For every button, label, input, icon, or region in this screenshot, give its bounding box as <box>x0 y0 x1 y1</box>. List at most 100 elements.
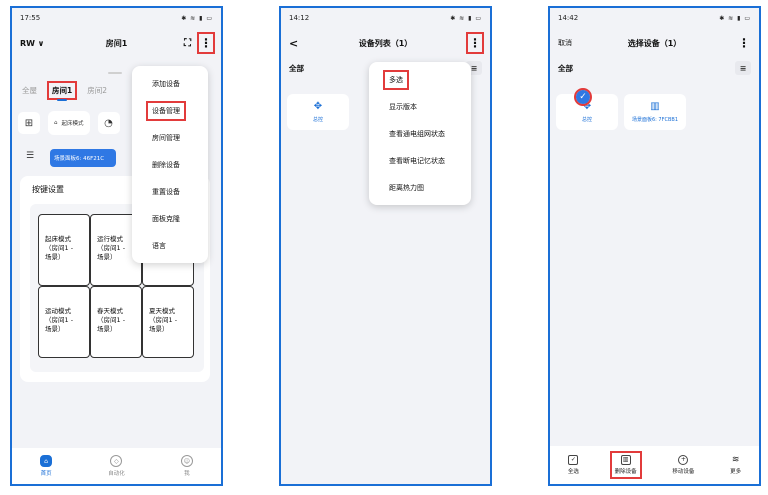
header: 取消 选择设备（1） ⋮ <box>550 28 759 58</box>
menu-label: 房间管理 <box>152 133 180 142</box>
more-vertical-icon[interactable]: ⋮ <box>737 34 751 52</box>
list-icon[interactable]: ☰ <box>26 151 34 161</box>
tab-room1[interactable]: 房间1 <box>46 80 78 101</box>
card-title: 按键设置 <box>32 185 64 194</box>
nav-label: 我 <box>184 471 190 477</box>
key-button[interactable]: 春天模式 （房间1 - 场景） <box>90 286 142 358</box>
status-time: 14:42 <box>558 14 579 22</box>
layers-icon: ≋ <box>731 455 740 465</box>
device-card[interactable]: ✥ 总控 ✓ <box>556 88 618 130</box>
menu-item-add-device[interactable]: 添加设备 <box>132 70 208 97</box>
trash-icon: ▥ <box>620 455 631 465</box>
nav-label: 自动化 <box>108 471 125 477</box>
more-button[interactable]: ≋ 更多 <box>727 453 744 477</box>
menu-label: 设备管理 <box>146 100 186 121</box>
menu-item-multi-select[interactable]: 多选 <box>369 66 471 93</box>
smile-icon: ☺ <box>180 455 193 467</box>
key-button[interactable]: 夏天模式 （房间1 - 场景） <box>142 286 194 358</box>
menu-item-delete-device[interactable]: 删除设备 <box>132 151 208 178</box>
add-grid-icon[interactable]: ⊞ <box>18 112 40 134</box>
header: RW ∨ 房间1 ⛶ ⋮ <box>12 28 221 58</box>
menu-label: 距离热力图 <box>389 183 424 192</box>
menu-item-show-version[interactable]: 显示版本 <box>369 93 471 120</box>
menu-item-reset-device[interactable]: 重置设备 <box>132 178 208 205</box>
status-bar: 14:42 ✱ ≋ ▮ ▭ <box>550 8 759 28</box>
panel-icon: ▥ <box>650 100 660 112</box>
status-icons: ✱ ≋ ▮ ▭ <box>450 14 482 22</box>
more-vertical-icon[interactable]: ⋮ <box>197 32 215 54</box>
more-menu: 多选 显示版本 查看通电组网状态 查看断电记忆状态 距离热力图 <box>369 62 471 205</box>
device-card[interactable]: ▥ 场景面板6: 7FCBB1 <box>624 94 686 130</box>
check-circle-icon[interactable]: ✓ <box>574 88 592 106</box>
menu-label: 语言 <box>152 241 166 250</box>
back-icon[interactable]: < <box>289 37 298 50</box>
phone-screen-device-list: 14:12 ✱ ≋ ▮ ▭ < 设备列表（1） ⋮ 全部 ≡ ✥ 总控 多选 显… <box>279 6 492 486</box>
page-title: 设备列表（1） <box>358 38 413 48</box>
device-grid: ✥ 总控 ✓ ▥ 场景面板6: 7FCBB1 <box>556 88 686 130</box>
action-label: 更多 <box>730 469 742 475</box>
more-menu: 添加设备 设备管理 房间管理 删除设备 重置设备 面板克隆 语言 <box>132 66 208 263</box>
phone-screen-select-device: 14:42 ✱ ≋ ▮ ▭ 取消 选择设备（1） ⋮ 全部 ≡ ✥ 总控 ✓ ▥… <box>548 6 761 486</box>
device-label: 总控 <box>581 116 592 123</box>
controller-icon: ✥ <box>313 100 323 112</box>
menu-label: 面板克隆 <box>152 214 180 223</box>
cancel-button[interactable]: 取消 <box>558 38 572 48</box>
scene-chip[interactable]: ⌂ 起床模式 <box>48 111 90 135</box>
nav-label: 首页 <box>40 471 52 477</box>
scene-label: 起床模式 <box>61 121 84 127</box>
menu-label: 查看通电组网状态 <box>389 129 445 138</box>
menu-label: 显示版本 <box>389 102 417 111</box>
checkbox-icon: ✓ <box>568 455 579 465</box>
automation-icon: ◇ <box>110 455 123 467</box>
nav-me[interactable]: ☺ 我 <box>180 455 193 477</box>
nav-automation[interactable]: ◇ 自动化 <box>108 455 125 477</box>
key-button[interactable]: 运动模式 （房间1 - 场景） <box>38 286 90 358</box>
menu-label: 删除设备 <box>152 160 180 169</box>
menu-label: 多选 <box>383 69 409 90</box>
header: < 设备列表（1） ⋮ <box>281 28 490 58</box>
action-label: 删除设备 <box>614 469 637 475</box>
status-icons: ✱ ≋ ▮ ▭ <box>719 14 751 22</box>
device-card[interactable]: ✥ 总控 <box>287 94 349 130</box>
action-label: 移动设备 <box>672 469 695 475</box>
filter-all[interactable]: 全部 <box>289 63 304 74</box>
action-label: 全选 <box>567 469 579 475</box>
more-vertical-icon[interactable]: ⋮ <box>466 32 484 54</box>
account-switcher[interactable]: RW ∨ <box>20 39 44 48</box>
page-title: 选择设备（1） <box>627 38 682 48</box>
action-bar: ✓ 全选 ▥ 删除设备 + 移动设备 ≋ 更多 <box>550 446 759 484</box>
key-button[interactable]: 起床模式 （房间1 - 场景） <box>38 214 90 286</box>
status-icons: ✱ ≋ ▮ ▭ <box>181 14 213 22</box>
device-label: 总控 <box>312 116 323 123</box>
tab-room2[interactable]: 房间2 <box>87 85 107 96</box>
menu-item-distance-heatmap[interactable]: 距离热力图 <box>369 174 471 201</box>
menu-item-device-management[interactable]: 设备管理 <box>132 97 208 124</box>
list-icon[interactable]: ≡ <box>735 61 751 75</box>
delete-device-button[interactable]: ▥ 删除设备 <box>609 451 642 479</box>
scan-icon[interactable]: ⛶ <box>184 38 191 49</box>
home-icon: ⌂ <box>40 455 53 467</box>
phone-screen-home: 17:55 ✱ ≋ ▮ ▭ RW ∨ 房间1 ⛶ ⋮ 全屋 房间1 房间2 ⊞ … <box>10 6 223 486</box>
drag-handle <box>108 72 122 74</box>
device-grid: ✥ 总控 <box>287 94 349 130</box>
menu-item-room-management[interactable]: 房间管理 <box>132 124 208 151</box>
scene-icon[interactable]: ◔ <box>97 112 120 134</box>
menu-label: 查看断电记忆状态 <box>389 156 445 165</box>
tab-whole-house[interactable]: 全屋 <box>22 85 37 96</box>
bed-icon: ⌂ <box>54 120 58 126</box>
filter-bar: 全部 ≡ <box>550 58 759 78</box>
menu-label: 重置设备 <box>152 187 180 196</box>
menu-item-power-memory-status[interactable]: 查看断电记忆状态 <box>369 147 471 174</box>
move-icon: + <box>678 455 689 465</box>
menu-label: 添加设备 <box>152 79 180 88</box>
menu-item-power-network-status[interactable]: 查看通电组网状态 <box>369 120 471 147</box>
menu-item-language[interactable]: 语言 <box>132 232 208 259</box>
select-all-button[interactable]: ✓ 全选 <box>565 453 582 477</box>
status-time: 17:55 <box>20 14 41 22</box>
menu-item-panel-clone[interactable]: 面板克隆 <box>132 205 208 232</box>
nav-home[interactable]: ⌂ 首页 <box>40 455 53 477</box>
status-bar: 14:12 ✱ ≋ ▮ ▭ <box>281 8 490 28</box>
panel-chip[interactable]: 场景面板6: 46F21C <box>50 149 116 167</box>
filter-all[interactable]: 全部 <box>558 63 573 74</box>
move-device-button[interactable]: + 移动设备 <box>669 453 697 477</box>
